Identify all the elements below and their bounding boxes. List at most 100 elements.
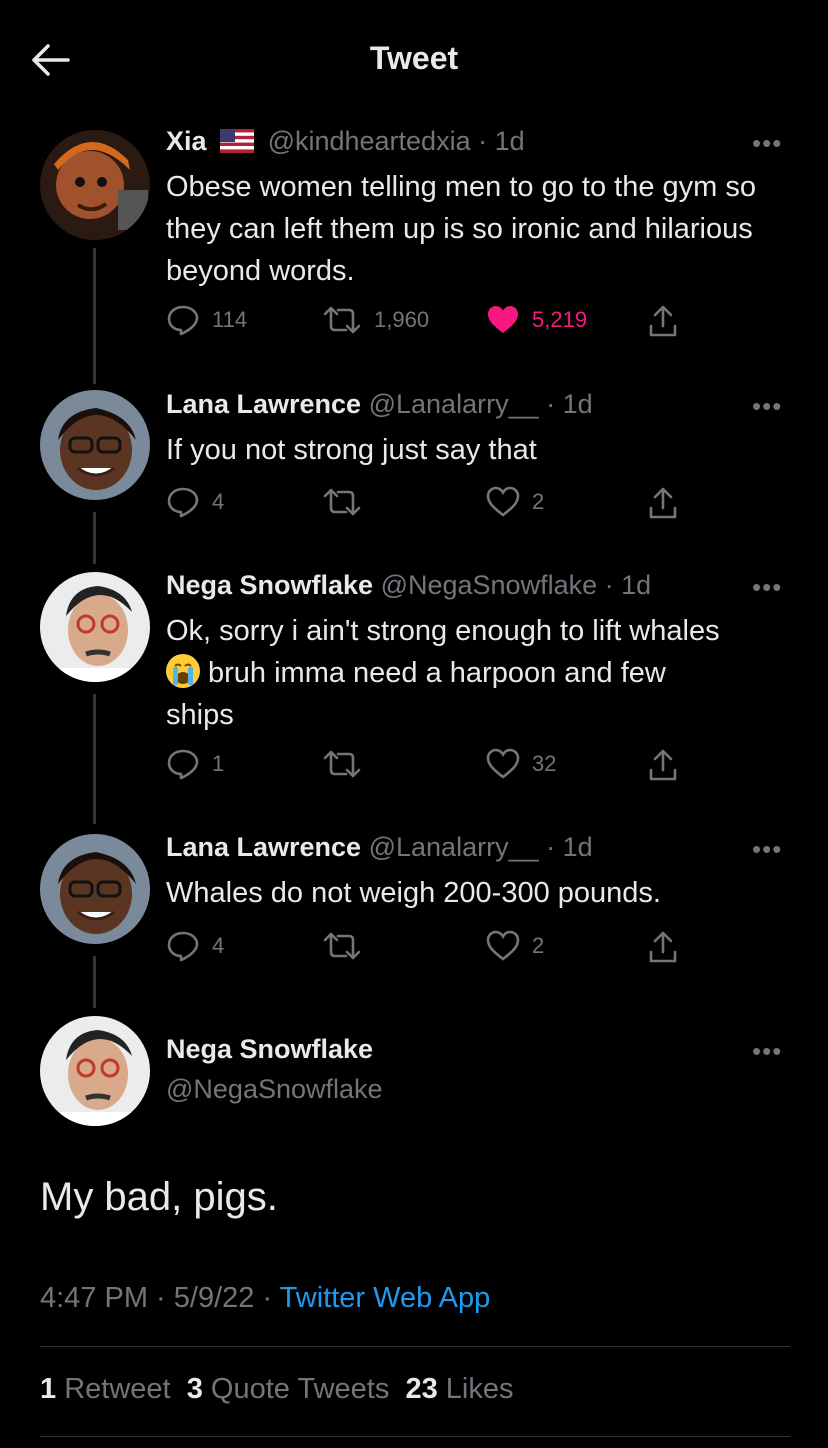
reply-count: 4 bbox=[212, 933, 225, 958]
tweet-header: Lana Lawrence @Lanalarry__ · 1d bbox=[166, 389, 593, 420]
like-button[interactable]: 32 bbox=[486, 748, 556, 780]
heart-icon bbox=[486, 930, 520, 961]
tweet-text: Whales do not weigh 200-300 pounds. bbox=[166, 877, 661, 909]
retweets-count: 1 bbox=[40, 1373, 57, 1405]
share-button[interactable] bbox=[648, 486, 678, 520]
likes-count: 23 bbox=[405, 1373, 438, 1405]
author-name[interactable]: Lana Lawrence bbox=[166, 832, 361, 862]
tweet-actions: 4 2 bbox=[166, 930, 706, 970]
likes-stat[interactable]: 23 Likes bbox=[405, 1373, 513, 1405]
quote-tweets-stat[interactable]: 3 Quote Tweets bbox=[187, 1373, 390, 1405]
header: Tweet bbox=[0, 0, 828, 118]
share-icon bbox=[649, 931, 677, 963]
retweet-button[interactable] bbox=[322, 486, 374, 518]
source-app-link[interactable]: Twitter Web App bbox=[280, 1282, 491, 1314]
share-button[interactable] bbox=[648, 748, 678, 782]
share-icon bbox=[649, 749, 677, 781]
quote-tweets-count: 3 bbox=[186, 1373, 203, 1405]
retweet-icon bbox=[323, 488, 361, 516]
retweets-label: Retweet bbox=[64, 1373, 171, 1405]
avatar[interactable] bbox=[40, 834, 150, 944]
tweet-header: Lana Lawrence @Lanalarry__ · 1d bbox=[166, 832, 593, 863]
heart-icon bbox=[486, 486, 520, 517]
retweet-count: 1,960 bbox=[374, 307, 430, 332]
reply-button[interactable]: 4 bbox=[166, 486, 224, 518]
timestamp: · 1d bbox=[546, 832, 593, 862]
retweets-stat[interactable]: 1 Retweet bbox=[40, 1373, 171, 1405]
reply-button[interactable]: 114 bbox=[166, 304, 247, 336]
retweet-button[interactable] bbox=[322, 930, 374, 962]
retweet-button[interactable] bbox=[322, 748, 374, 780]
retweet-icon bbox=[323, 932, 361, 960]
like-button[interactable]: 2 bbox=[486, 930, 544, 962]
like-count: 2 bbox=[532, 489, 545, 514]
reply-count: 1 bbox=[212, 751, 225, 776]
reply-icon bbox=[167, 305, 199, 336]
thread-line bbox=[93, 956, 96, 1008]
more-options-icon[interactable]: ••• bbox=[752, 1036, 782, 1067]
timestamp: · 1d bbox=[478, 126, 525, 156]
avatar[interactable] bbox=[40, 390, 150, 500]
author-handle-text: @NegaSnowflake bbox=[166, 1074, 383, 1104]
like-count: 32 bbox=[532, 751, 557, 776]
tweet-actions: 1 32 bbox=[166, 748, 706, 788]
tweet-text: Ok, sorry i ain't strong enough to lift … bbox=[166, 610, 806, 736]
thread-line bbox=[93, 512, 96, 564]
tweet-stats: 1 Retweet 3 Quote Tweets 23 Likes bbox=[40, 1373, 513, 1406]
tweet-meta: 4:47 PM · 5/9/22 · Twitter Web App bbox=[40, 1282, 490, 1315]
share-button[interactable] bbox=[648, 930, 678, 964]
reply-count: 114 bbox=[212, 307, 248, 332]
divider bbox=[40, 1346, 790, 1347]
tweet-timestamp: 4:47 PM · 5/9/22 · bbox=[40, 1282, 280, 1314]
thread-line bbox=[93, 694, 96, 824]
author-name[interactable]: Lana Lawrence bbox=[166, 389, 361, 419]
avatar[interactable] bbox=[40, 130, 150, 240]
page-title: Tweet bbox=[369, 40, 459, 76]
tweet-text-line: bruh imma need a harpoon and few bbox=[166, 652, 806, 694]
retweet-icon bbox=[323, 750, 361, 778]
more-options-icon[interactable]: ••• bbox=[752, 572, 782, 603]
author-handle[interactable]: @NegaSnowflake bbox=[381, 570, 598, 600]
author-name[interactable]: Nega Snowflake bbox=[166, 570, 373, 600]
reply-button[interactable]: 1 bbox=[166, 748, 224, 780]
timestamp: · 1d bbox=[546, 389, 593, 419]
reply-count: 4 bbox=[212, 489, 225, 514]
quote-tweets-label: Quote Tweets bbox=[210, 1373, 390, 1405]
author-handle[interactable]: @kindheartedxia bbox=[268, 126, 471, 156]
main-tweet-text: My bad, pigs. bbox=[40, 1175, 278, 1219]
more-options-icon[interactable]: ••• bbox=[752, 128, 782, 159]
tweet-actions: 4 2 bbox=[166, 486, 706, 526]
us-flag-icon bbox=[220, 129, 255, 160]
more-options-icon[interactable]: ••• bbox=[752, 391, 782, 422]
retweet-button[interactable]: 1,960 bbox=[322, 304, 429, 336]
more-options-icon[interactable]: ••• bbox=[752, 834, 782, 865]
thread-line bbox=[93, 248, 96, 384]
like-count: 5,219 bbox=[532, 307, 588, 332]
share-icon bbox=[649, 487, 677, 519]
author-handle[interactable]: @NegaSnowflake bbox=[166, 1074, 383, 1105]
retweet-icon bbox=[323, 306, 361, 334]
avatar[interactable] bbox=[40, 1016, 150, 1126]
author-name[interactable]: Nega Snowflake bbox=[166, 1034, 373, 1065]
like-button[interactable]: 5,219 bbox=[486, 304, 587, 336]
share-button[interactable] bbox=[648, 304, 678, 338]
share-icon bbox=[649, 305, 677, 337]
tweet-header: Nega Snowflake @NegaSnowflake · 1d bbox=[166, 570, 651, 601]
reply-button[interactable]: 4 bbox=[166, 930, 224, 962]
tweet-text-line-rest: bruh imma need a harpoon and few bbox=[208, 657, 666, 689]
tweet-actions: 114 1,960 5,219 bbox=[166, 304, 706, 344]
heart-icon bbox=[486, 748, 520, 779]
author-handle[interactable]: @Lanalarry__ bbox=[369, 832, 539, 862]
timestamp: · 1d bbox=[604, 570, 652, 600]
crying-face-emoji-icon bbox=[166, 654, 200, 688]
like-count: 2 bbox=[532, 933, 545, 958]
author-name[interactable]: Xia bbox=[166, 126, 207, 156]
tweet-text-line: Ok, sorry i ain't strong enough to lift … bbox=[166, 615, 720, 647]
avatar[interactable] bbox=[40, 572, 150, 682]
like-button[interactable]: 2 bbox=[486, 486, 544, 518]
heart-filled-icon bbox=[488, 306, 518, 333]
reply-icon bbox=[167, 931, 199, 962]
author-handle[interactable]: @Lanalarry__ bbox=[369, 389, 539, 419]
likes-label: Likes bbox=[445, 1373, 514, 1405]
tweet-text-line: ships bbox=[166, 699, 234, 731]
